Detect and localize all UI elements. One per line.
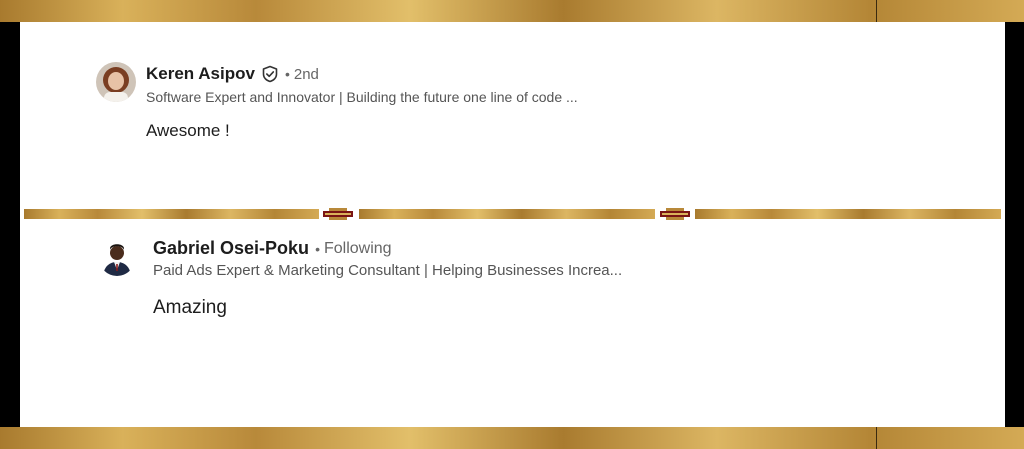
- divider-segment: [24, 209, 319, 219]
- gold-divider: [24, 208, 1001, 220]
- avatar-portrait-icon: [99, 240, 135, 276]
- avatar[interactable]: [96, 62, 136, 102]
- right-black-edge: [1005, 22, 1024, 427]
- verified-shield-icon: [261, 65, 279, 83]
- comment-item: Gabriel Osei-Poku • Following Paid Ads E…: [20, 222, 1005, 427]
- separator-dot: •: [315, 240, 320, 257]
- connection-degree: 2nd: [293, 65, 319, 83]
- bottom-gold-frame: [0, 427, 1024, 449]
- frame-notch: [876, 0, 877, 22]
- divider-ornament-icon: [323, 208, 353, 220]
- avatar-portrait-icon: [96, 62, 136, 102]
- left-black-edge: [0, 22, 20, 427]
- author-row: Keren Asipov • 2nd: [146, 64, 319, 84]
- frame-notch: [876, 427, 877, 449]
- divider-segment: [695, 209, 1001, 219]
- divider-segment: [359, 209, 655, 219]
- author-headline: Paid Ads Expert & Marketing Consultant |…: [153, 262, 623, 279]
- author-row: Gabriel Osei-Poku • Following: [153, 238, 392, 259]
- comment-text: Awesome !: [146, 121, 230, 140]
- following-status: Following: [323, 239, 392, 257]
- comment-item: Keren Asipov • 2nd Software Expert and I…: [20, 22, 1005, 207]
- author-headline: Software Expert and Innovator | Building…: [146, 89, 578, 105]
- top-gold-frame: [0, 0, 1024, 22]
- separator-dot: •: [284, 66, 290, 82]
- author-name[interactable]: Keren Asipov: [146, 64, 255, 84]
- comments-card: Keren Asipov • 2nd Software Expert and I…: [20, 22, 1005, 427]
- comment-text: Amazing: [153, 297, 227, 318]
- divider-ornament-icon: [660, 208, 690, 220]
- author-name[interactable]: Gabriel Osei-Poku: [153, 238, 309, 259]
- avatar[interactable]: [99, 240, 135, 276]
